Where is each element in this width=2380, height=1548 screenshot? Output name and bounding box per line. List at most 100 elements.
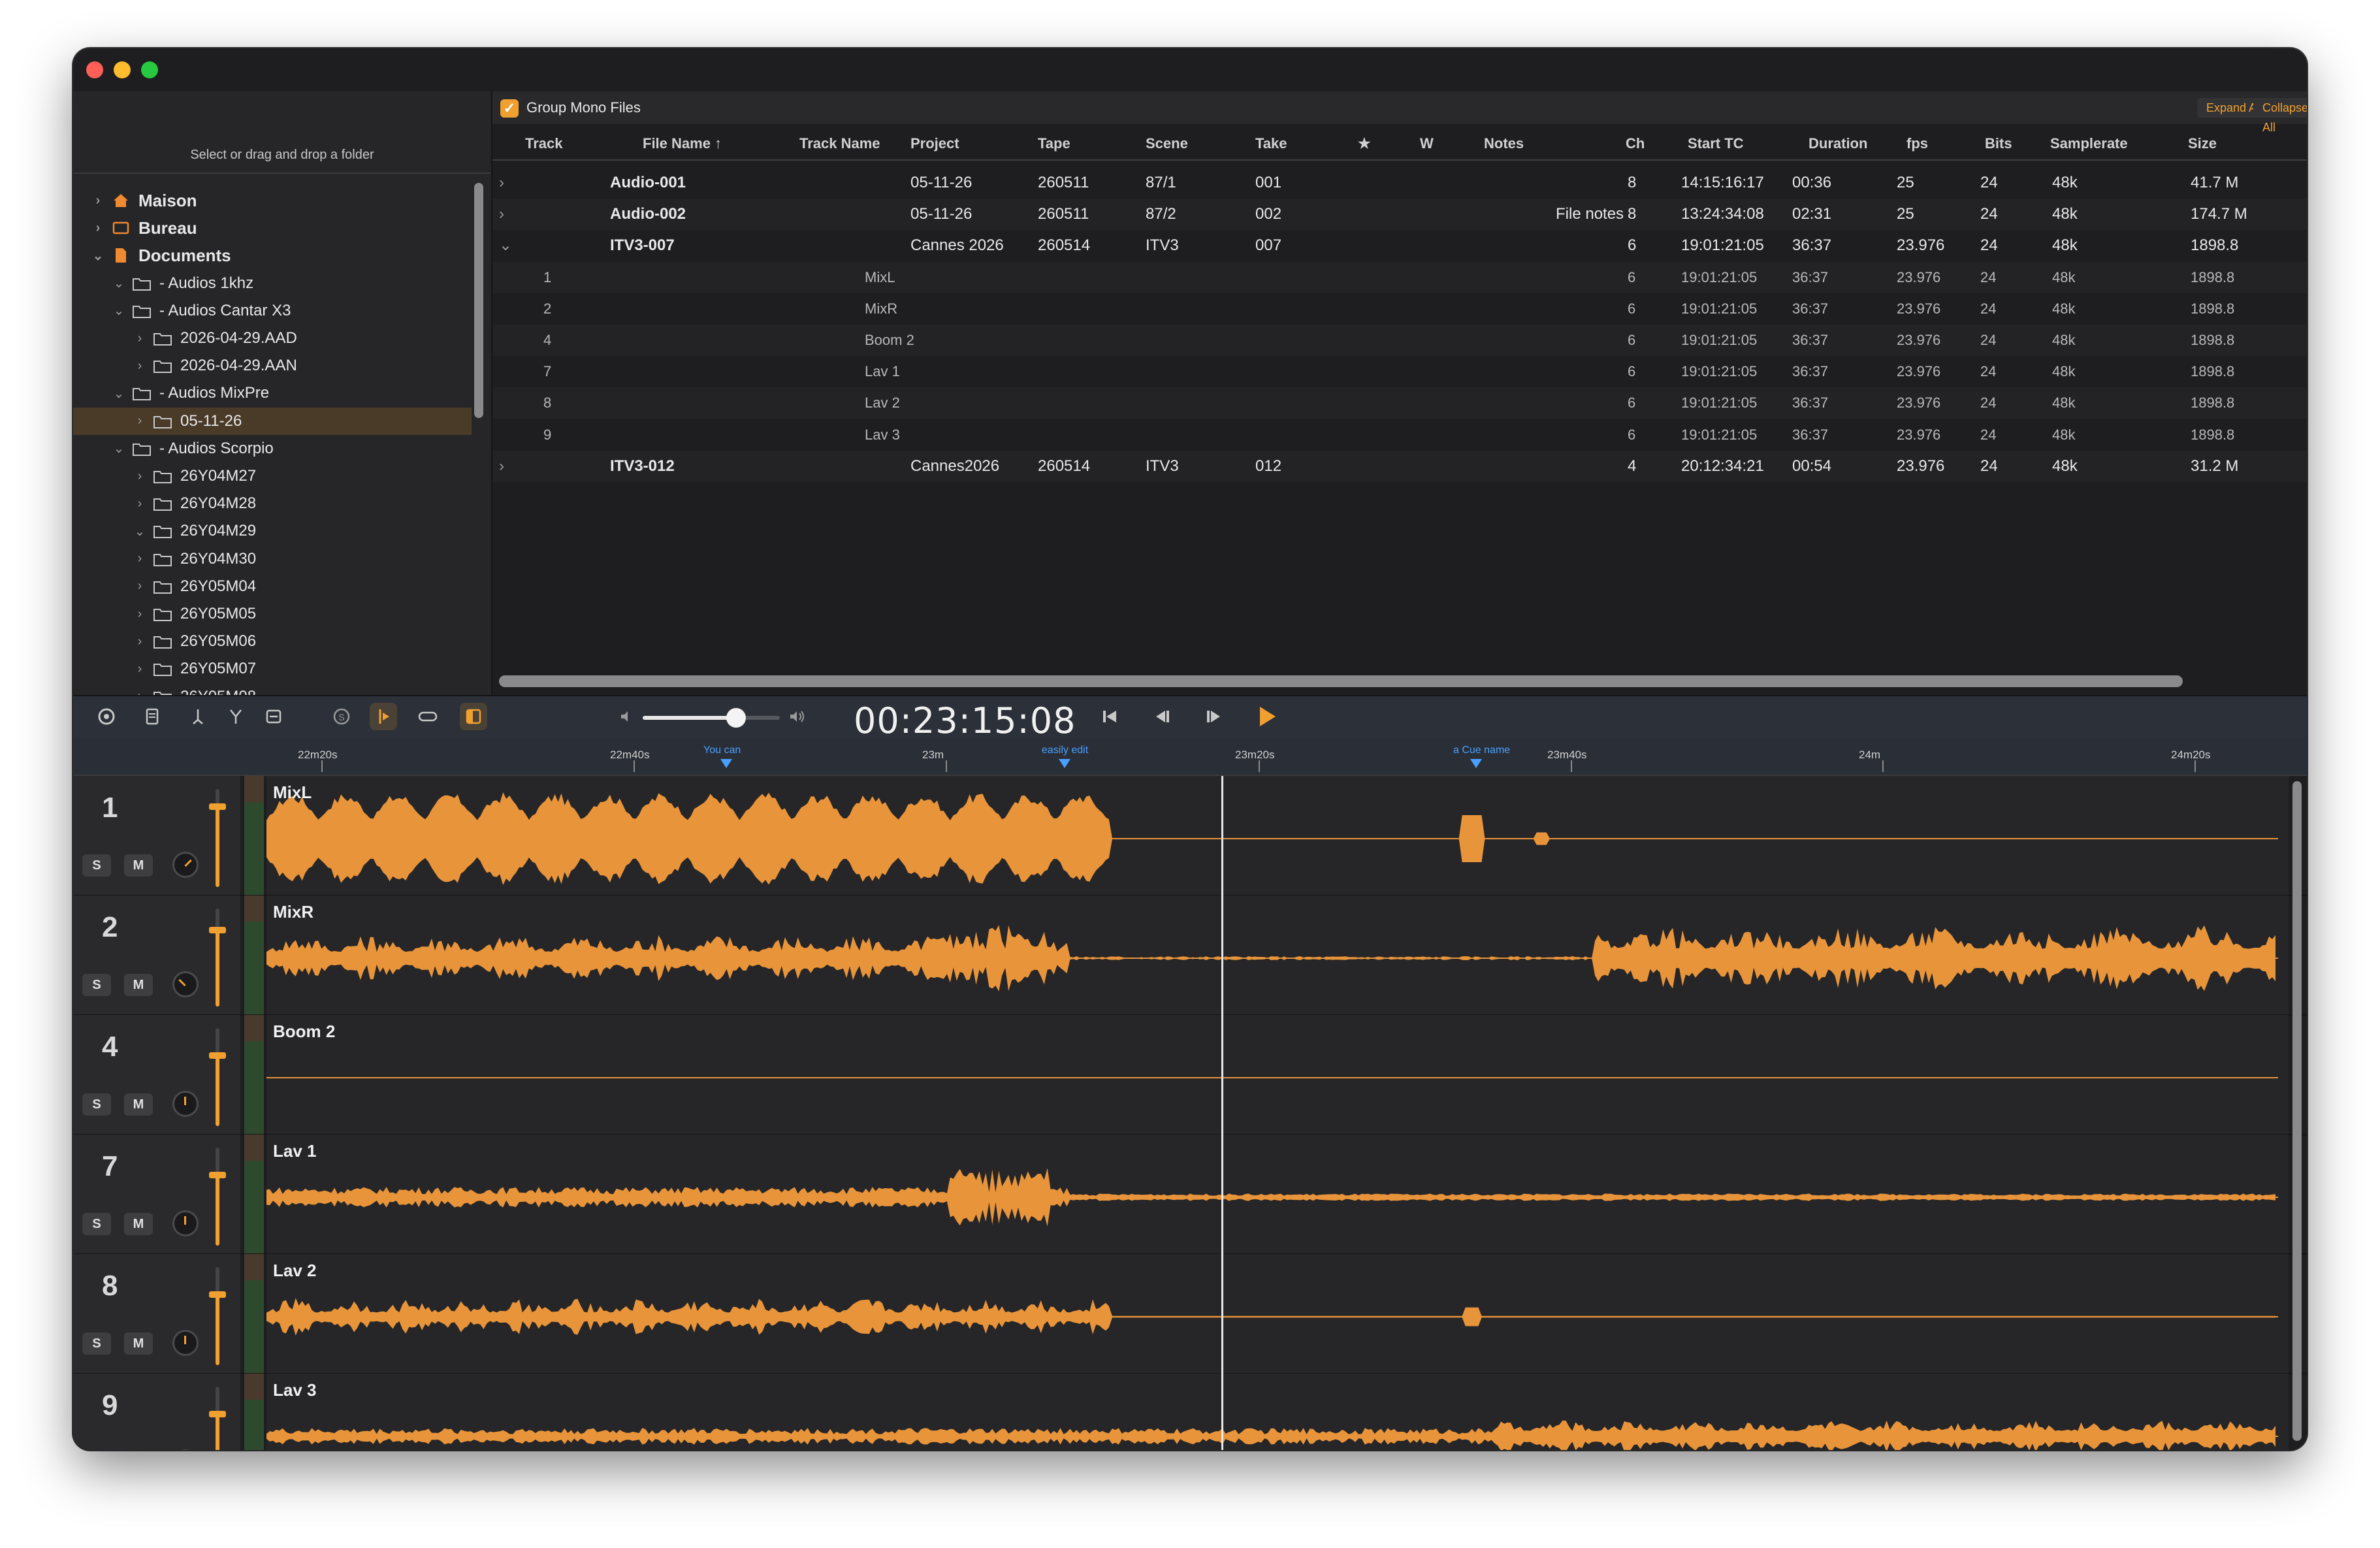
table-row[interactable]: › ITV3-012 Cannes2026 260514 ITV3 012 4 20:12:3… <box>492 450 2307 482</box>
column-header[interactable]: fps <box>1906 131 1928 157</box>
step-back-icon[interactable] <box>1148 703 1176 730</box>
collapse-all-button[interactable]: Collapse All <box>2253 98 2307 134</box>
mute-button[interactable]: M <box>124 974 153 996</box>
column-header[interactable]: Samplerate <box>2050 131 2128 157</box>
pan-knob-icon[interactable] <box>172 852 199 878</box>
volume-slider-knob[interactable] <box>726 708 746 728</box>
chevron-down-icon[interactable]: ⌄ <box>499 230 512 261</box>
mute-button[interactable]: M <box>124 1093 153 1116</box>
waveform-lane[interactable]: Boom 2 <box>266 1015 2289 1134</box>
playhead[interactable] <box>1221 776 1223 1450</box>
table-row[interactable]: 4 Boom 2 6 19:01:21:05 36:37 23.976 24 48k 1898.… <box>492 325 2307 356</box>
volume-fader-handle[interactable] <box>209 803 226 810</box>
sidebar-toggle-icon[interactable] <box>460 703 487 730</box>
sidebar-item[interactable]: › 26Y05M08 <box>73 683 472 695</box>
solo-mode-icon[interactable]: S <box>328 703 355 730</box>
track-row[interactable]: 4 S M Boom 2 <box>73 1015 2307 1135</box>
step-forward-icon[interactable] <box>1200 703 1228 730</box>
chevron-right-icon[interactable]: › <box>132 662 148 677</box>
sidebar-item[interactable]: › 05-11-26 <box>73 407 472 435</box>
cue-marker-icon[interactable] <box>1470 759 1482 768</box>
track-row[interactable]: 1 S M MixL <box>73 776 2307 896</box>
sidebar-item[interactable]: › 2026-04-29.AAD <box>73 325 472 352</box>
track-row[interactable]: 7 S M Lav 1 <box>73 1135 2307 1255</box>
sidebar-item[interactable]: › 26Y04M30 <box>73 545 472 573</box>
table-row[interactable]: › Audio-002 05-11-26 260511 87/2 002 File note… <box>492 199 2307 231</box>
chevron-right-icon[interactable]: › <box>132 689 148 695</box>
column-header[interactable]: Notes <box>1484 131 1524 157</box>
chevron-right-icon[interactable]: › <box>132 413 148 428</box>
chevron-right-icon[interactable]: › <box>132 359 148 374</box>
table-row[interactable]: 1 MixL 6 19:01:21:05 36:37 23.976 24 48k 1898.8 <box>492 261 2307 293</box>
column-header[interactable]: Project <box>910 131 959 157</box>
column-header[interactable]: Ch <box>1626 131 1645 157</box>
track-row[interactable]: 9SM Lav 3 <box>73 1374 2307 1450</box>
timeline-ruler[interactable]: 22m20s 22m40s 23m 23m20s 23m40s 24m 24m20s You … <box>73 737 2307 776</box>
chevron-right-icon[interactable]: › <box>132 496 148 511</box>
sidebar-item[interactable]: › Bureau <box>73 214 472 242</box>
chevron-right-icon[interactable]: › <box>90 193 106 208</box>
waveform-lane[interactable]: MixL <box>266 776 2289 895</box>
waveform-lane[interactable]: Lav 1 <box>266 1135 2289 1253</box>
sidebar-item[interactable]: › Maison <box>73 187 472 214</box>
merge-icon[interactable] <box>222 703 249 730</box>
column-header[interactable]: Size <box>2188 131 2217 157</box>
track-row[interactable]: 8 S M Lav 2 <box>73 1254 2307 1374</box>
settings-icon[interactable] <box>93 703 120 730</box>
solo-button[interactable]: S <box>82 1332 111 1355</box>
cue-marker-icon[interactable] <box>720 759 732 768</box>
waveform-lane[interactable]: Lav 2 <box>266 1254 2289 1373</box>
cursor-tool-icon[interactable] <box>370 703 397 730</box>
chevron-right-icon[interactable]: › <box>90 221 106 236</box>
group-mono-label[interactable]: Group Mono Files <box>526 99 641 116</box>
mute-button[interactable]: M <box>124 1332 153 1355</box>
split-icon[interactable] <box>184 703 212 730</box>
pan-knob-icon[interactable] <box>172 1330 199 1356</box>
chevron-right-icon[interactable]: › <box>499 199 504 230</box>
sidebar-item[interactable]: › 26Y04M28 <box>73 490 472 517</box>
zoom-window-button[interactable] <box>141 61 158 78</box>
sidebar-item[interactable]: ⌄ - Audios Scorpio <box>73 435 472 462</box>
pan-knob-icon[interactable] <box>172 971 199 997</box>
folder-drop-hint[interactable]: Select or drag and drop a folder <box>73 148 491 163</box>
solo-button[interactable]: S <box>82 974 111 996</box>
minimize-window-button[interactable] <box>114 61 131 78</box>
sidebar-item[interactable]: ⌄ - Audios MixPre <box>73 379 472 407</box>
solo-button[interactable]: S <box>82 854 111 877</box>
chevron-right-icon[interactable]: › <box>132 579 148 594</box>
sidebar-item[interactable]: › 2026-04-29.AAN <box>73 352 472 379</box>
sidebar-item[interactable]: ⌄ - Audios 1khz <box>73 270 472 297</box>
column-header[interactable]: Take <box>1255 131 1287 157</box>
table-row[interactable]: ⌄ ITV3-007 Cannes 2026 260514 ITV3 007 6 19:01:… <box>492 230 2307 261</box>
close-window-button[interactable] <box>86 61 103 78</box>
sidebar-item[interactable]: › 26Y05M07 <box>73 655 472 683</box>
chevron-right-icon[interactable]: › <box>499 167 504 199</box>
loop-icon[interactable] <box>414 703 442 730</box>
chevron-down-icon[interactable]: ⌄ <box>111 275 127 291</box>
chevron-right-icon[interactable]: › <box>499 451 504 482</box>
table-row[interactable]: 9 Lav 3 6 19:01:21:05 36:37 23.976 24 48k 1898.8 <box>492 419 2307 451</box>
waveform-lane[interactable]: Lav 3 <box>266 1374 2289 1450</box>
volume-fader-handle[interactable] <box>209 1172 226 1178</box>
sidebar-item[interactable]: ⌄ 26Y04M29 <box>73 517 472 545</box>
chevron-right-icon[interactable]: › <box>132 469 148 484</box>
table-row[interactable]: 2 MixR 6 19:01:21:05 36:37 23.976 24 48k 1898.8 <box>492 293 2307 325</box>
column-header[interactable]: Scene <box>1146 131 1188 157</box>
chevron-right-icon[interactable]: › <box>132 607 148 622</box>
solo-button[interactable]: S <box>82 1213 111 1235</box>
table-row[interactable]: 7 Lav 1 6 19:01:21:05 36:37 23.976 24 48k 1898.8 <box>492 356 2307 387</box>
table-row[interactable]: › Audio-001 05-11-26 260511 87/1 001 8 14:15:16… <box>492 167 2307 199</box>
sidebar-item[interactable]: › 26Y04M27 <box>73 462 472 490</box>
column-header[interactable]: Start TC <box>1688 131 1744 157</box>
volume-fader-handle[interactable] <box>209 1291 226 1298</box>
waveform-lane[interactable]: MixR <box>266 895 2289 1014</box>
table-horizontal-scrollbar[interactable] <box>499 675 2183 687</box>
chevron-down-icon[interactable]: ⌄ <box>111 385 127 402</box>
collapse-lane-icon[interactable] <box>260 703 287 730</box>
chevron-right-icon[interactable]: › <box>132 331 148 346</box>
chevron-down-icon[interactable]: ⌄ <box>111 302 127 319</box>
volume-fader-handle[interactable] <box>209 1052 226 1059</box>
sidebar-item[interactable]: ⌄ Documents <box>73 242 472 269</box>
column-header[interactable]: Track Name <box>799 131 880 157</box>
cue-label[interactable]: easily edit <box>1042 745 1088 756</box>
